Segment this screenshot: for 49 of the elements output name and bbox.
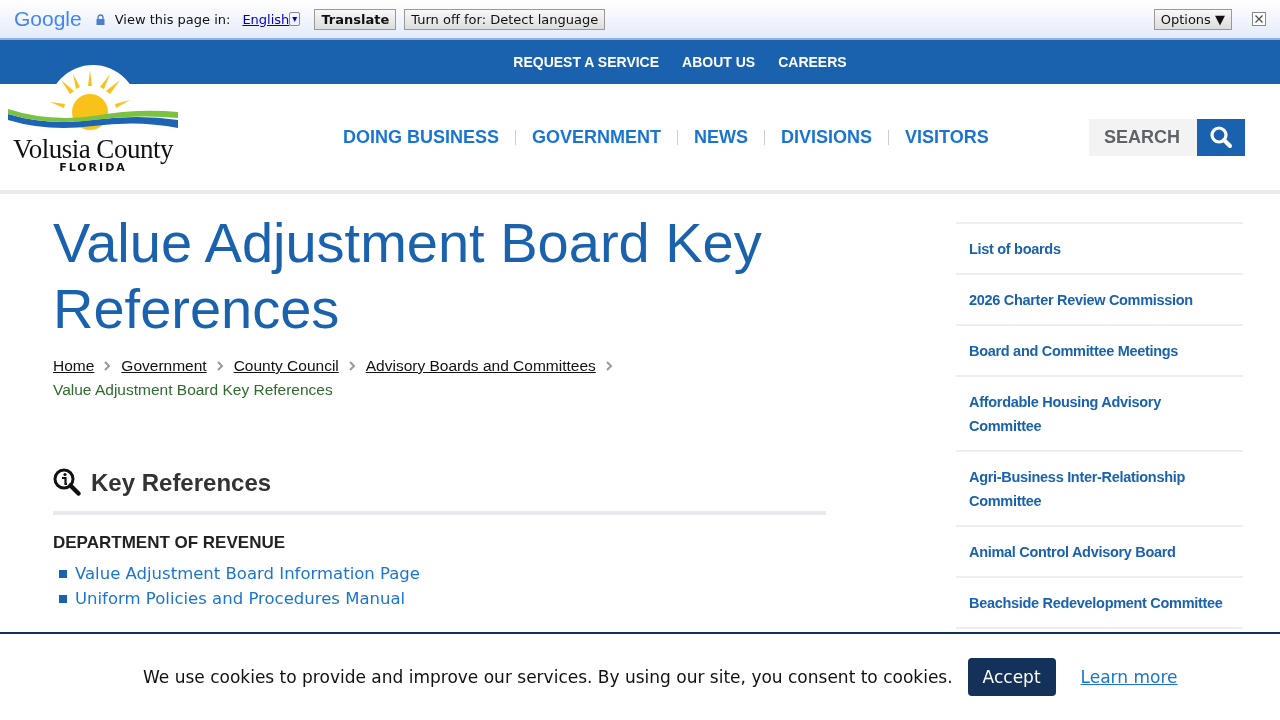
language-link[interactable]: English xyxy=(242,11,290,27)
nav-link[interactable]: NEWS xyxy=(694,126,749,148)
turn-off-button[interactable]: Turn off for: Detect language xyxy=(404,8,606,30)
sidebar-link[interactable]: List of boards xyxy=(956,224,1243,275)
accept-button[interactable]: Accept xyxy=(967,658,1056,696)
search-button[interactable] xyxy=(1197,118,1245,156)
info-magnifier-icon xyxy=(53,468,82,497)
chevron-icon xyxy=(104,361,112,371)
top-link[interactable]: CAREERS xyxy=(778,54,847,70)
nav-link[interactable]: GOVERNMENT xyxy=(532,126,662,148)
search-field[interactable]: SEARCH xyxy=(1089,118,1197,156)
chevron-icon xyxy=(605,361,613,371)
top-link[interactable]: ABOUT US xyxy=(682,54,756,70)
breadcrumb-link[interactable]: Home xyxy=(53,354,95,378)
breadcrumb-link[interactable]: Government xyxy=(121,354,207,378)
section-title: Key References xyxy=(91,468,272,497)
reference-link[interactable]: Uniform Policies and Procedures Manual xyxy=(75,589,406,608)
nav-link[interactable]: DOING BUSINESS xyxy=(343,126,500,148)
google-logo: Google xyxy=(14,7,82,31)
sidebar-link[interactable]: Animal Control Advisory Board xyxy=(956,527,1243,578)
logo-state: FLORIDA xyxy=(59,162,127,174)
sidebar-link[interactable]: 2026 Charter Review Commission xyxy=(956,275,1243,326)
logo-wordmark: Volusia County xyxy=(13,136,173,162)
sidebar-link[interactable]: Affordable Housing Advisory Committee xyxy=(956,377,1243,452)
top-link[interactable]: REQUEST A SERVICE xyxy=(513,54,660,70)
cookie-message: We use cookies to provide and improve our services. By using our site, you consent to cookies. xyxy=(143,667,953,687)
breadcrumb-link[interactable]: Advisory Boards and Committees xyxy=(365,354,596,378)
chevron-icon xyxy=(216,361,224,371)
language-dropdown[interactable]: ▾ xyxy=(289,12,301,26)
bullet-icon xyxy=(59,594,67,603)
bullet-icon xyxy=(59,569,67,578)
lock-icon xyxy=(95,13,105,25)
search-icon xyxy=(1209,125,1233,149)
reference-link[interactable]: Value Adjustment Board Information Page xyxy=(75,564,420,583)
breadcrumb-link[interactable]: County Council xyxy=(233,354,339,378)
breadcrumb-current: Value Adjustment Board Key References xyxy=(53,380,333,400)
sidebar-link[interactable]: Board and Committee Meetings xyxy=(956,326,1243,377)
translate-button[interactable]: Translate xyxy=(314,8,397,30)
sidebar-link[interactable]: Beachside Redevelopment Committee xyxy=(956,578,1243,629)
learn-more-link[interactable]: Learn more xyxy=(1080,667,1178,687)
options-button[interactable]: Options ▼ xyxy=(1153,8,1232,30)
close-icon[interactable] xyxy=(1252,12,1266,26)
page-title: Value Adjustment Board Key References xyxy=(53,210,763,342)
translate-prompt: View this page in: xyxy=(114,11,231,27)
section-subheading: DEPARTMENT OF REVENUE xyxy=(53,533,287,553)
nav-link[interactable]: VISITORS xyxy=(905,126,989,148)
chevron-icon xyxy=(348,361,356,371)
nav-link[interactable]: DIVISIONS xyxy=(781,126,873,148)
sidebar-link[interactable]: Agri-Business Inter-Relationship Committee xyxy=(956,452,1243,527)
